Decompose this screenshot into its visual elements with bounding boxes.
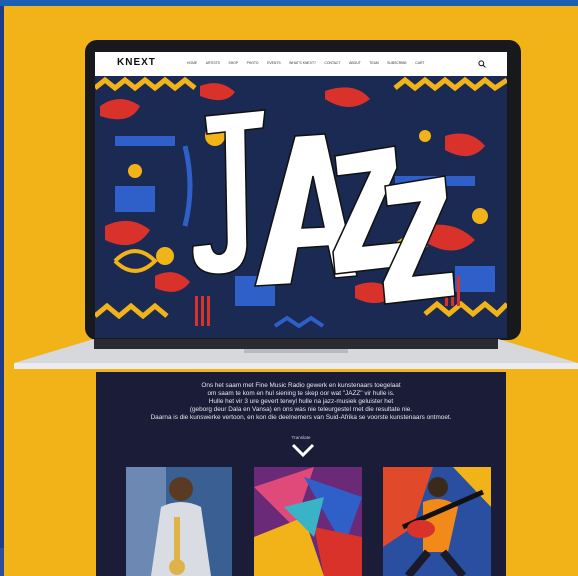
paragraph-line: (geborg deur Dala en Vansa) en ons was n… <box>189 406 413 414</box>
paragraph-line: Hulle het vir 3 ure gevert terwyl hulle … <box>208 398 394 406</box>
trumpeter-image <box>126 467 232 576</box>
nav-item-about[interactable]: ABOUT <box>349 61 361 65</box>
nav-item-artists[interactable]: ARTISTS <box>206 61 220 65</box>
jazz-hero-artwork <box>95 76 507 338</box>
nav-item-shop[interactable]: SHOP <box>228 61 238 65</box>
top-blue-bar <box>0 0 578 6</box>
nav-item-team[interactable]: TEAM <box>369 61 378 65</box>
paragraph-line: om saam te kom en hul siening te skep oo… <box>207 390 395 398</box>
nav-item-cart[interactable]: CART <box>415 61 424 65</box>
paragraph-line: Daarna is die kunswerke vertoon, en kon … <box>150 414 452 422</box>
nav-item-home[interactable]: HOME <box>187 61 197 65</box>
left-edge-strip <box>0 6 4 576</box>
left-edge-strip-lower <box>0 548 4 576</box>
intro-paragraph: Ons het saam met Fine Music Radio gewerk… <box>96 382 506 422</box>
nav-item-subscribe[interactable]: SUBSCRIBE <box>387 61 407 65</box>
guitarist-image <box>383 467 491 576</box>
abstract-image <box>254 467 362 576</box>
chevron-down-icon[interactable] <box>291 442 315 458</box>
nav-item-events[interactable]: EVENTS <box>267 61 281 65</box>
nav-item-photo[interactable]: PHOTO <box>247 61 259 65</box>
nav-item-whats-knext[interactable]: WHAT'S KNEXT? <box>289 61 316 65</box>
artwork-thumbnail-guitarist[interactable] <box>383 467 491 576</box>
site-logo[interactable]: KNEXT <box>117 57 156 68</box>
translate-link[interactable]: Translate <box>96 435 506 440</box>
site-content-section: Ons het saam met Fine Music Radio gewerk… <box>96 372 506 576</box>
nav-item-contact[interactable]: CONTACT <box>324 61 340 65</box>
search-icon[interactable] <box>478 60 486 68</box>
main-navigation: HOME ARTISTS SHOP PHOTO EVENTS WHAT'S KN… <box>187 61 433 65</box>
artwork-thumbnail-trumpeter[interactable] <box>126 467 232 576</box>
laptop-screen: KNEXT · · · · · · HOME ARTISTS SHOP PHOT… <box>95 52 507 338</box>
site-header: KNEXT · · · · · · HOME ARTISTS SHOP PHOT… <box>95 52 507 77</box>
laptop-base <box>14 339 578 369</box>
logo-subtext: · · · · · · <box>127 68 143 72</box>
artwork-thumbnail-abstract[interactable] <box>254 467 362 576</box>
paragraph-line: Ons het saam met Fine Music Radio gewerk… <box>201 382 401 389</box>
